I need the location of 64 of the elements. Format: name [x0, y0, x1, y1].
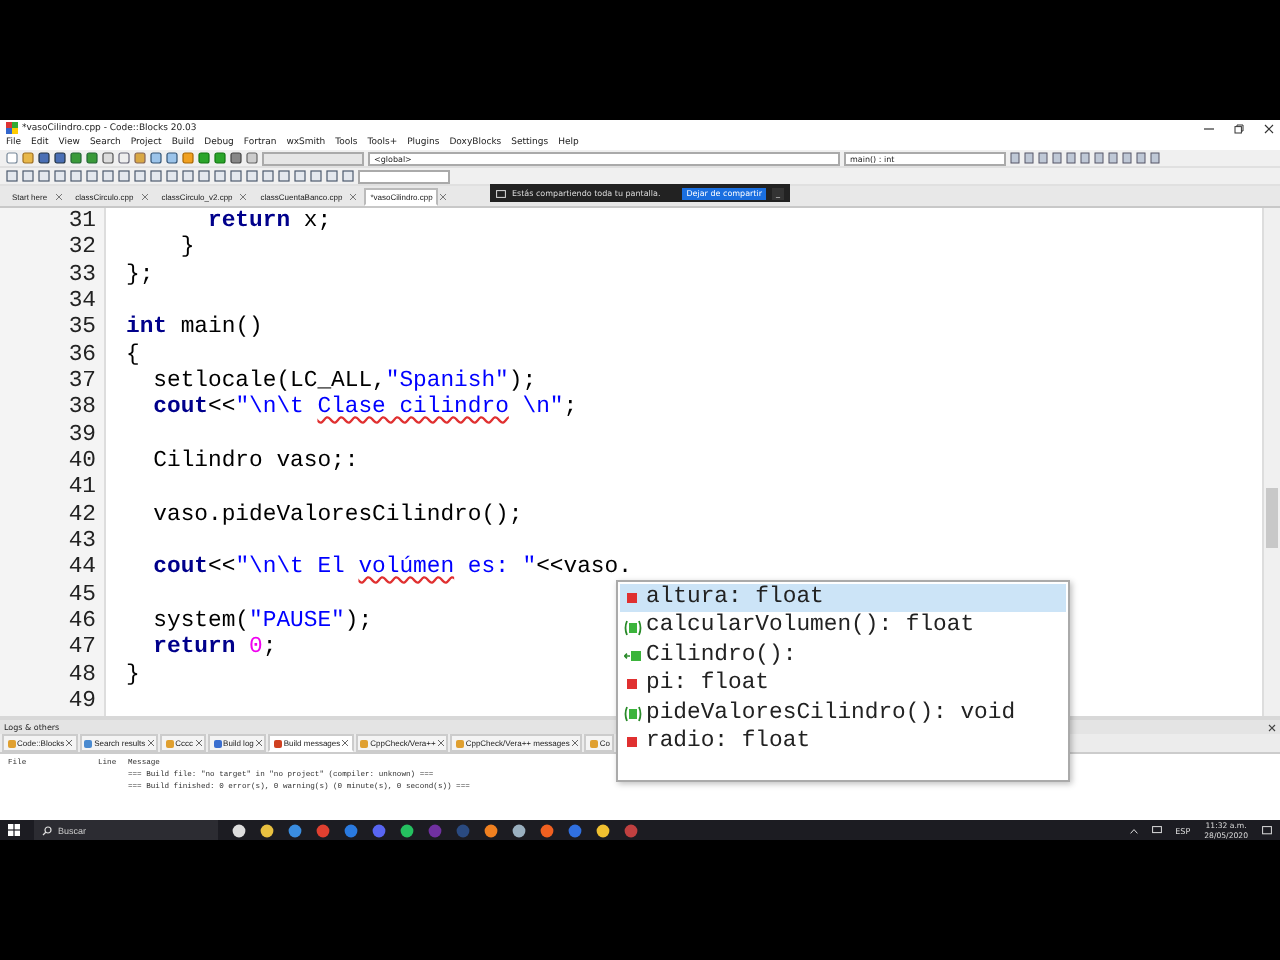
chevron-up-icon[interactable] [1129, 827, 1138, 833]
tab-icon [455, 739, 464, 747]
vertical-scrollbar[interactable] [1262, 208, 1280, 716]
variable-icon [624, 676, 642, 693]
code-line: cout<<"\n\t El volúmen es: "<<vaso. [151, 556, 632, 581]
code-line: cout<<"\n\t Clase cilindro \n"; [151, 396, 578, 421]
variable-icon [624, 734, 642, 751]
code-line: } [178, 236, 195, 261]
suggestion-item[interactable]: calcularVolumen(): float [620, 612, 1066, 642]
line-number: 40 [66, 449, 98, 477]
line-number: 37 [66, 369, 98, 396]
code-line: { [126, 343, 140, 368]
suggestion-item[interactable]: altura: float [620, 584, 1066, 613]
tab-icon [360, 739, 369, 747]
screen-share-icon [496, 189, 506, 197]
code-line: system("PAUSE"); [151, 609, 373, 634]
code-line: }; [126, 263, 154, 288]
line-number: 34 [66, 289, 98, 316]
line-number: 44 [66, 556, 98, 584]
line-number: 46 [66, 609, 98, 637]
variable-icon [624, 590, 642, 607]
tab-icon [84, 739, 93, 747]
suggestion-item[interactable]: pi: float [620, 670, 1066, 700]
close-icon[interactable] [1268, 723, 1276, 731]
line-number: 39 [66, 423, 98, 450]
suggestion-item[interactable]: pideValoresCilindro(): void [620, 699, 1066, 728]
line-number: 33 [66, 263, 98, 290]
code-line: int main() [126, 316, 263, 341]
code-line: Cilindro vaso;: [151, 449, 359, 474]
app-logo-icon [6, 122, 18, 134]
tab-icon [213, 739, 222, 747]
constructor-icon [624, 647, 642, 664]
close-icon[interactable] [1264, 123, 1274, 133]
suggestion-item[interactable]: Cilindro(): [620, 641, 1066, 671]
restore-icon[interactable] [1234, 123, 1244, 133]
line-number: 31 [66, 210, 98, 236]
line-number: 38 [66, 396, 98, 424]
tab-icon [589, 739, 598, 747]
code-line: setlocale(LC_ALL,"Spanish"); [151, 369, 537, 394]
code-line: return x; [206, 210, 332, 234]
windows-logo-icon[interactable] [8, 824, 20, 836]
method-icon [624, 619, 642, 636]
tab-icon [165, 739, 174, 747]
tab-icon [7, 739, 15, 747]
tab-icon [273, 739, 282, 747]
code-line: vaso.pideValoresCilindro(); [151, 503, 523, 528]
code-line: return 0; [151, 636, 277, 661]
line-number: 47 [66, 636, 98, 664]
minimize-icon[interactable] [1204, 123, 1214, 133]
suggestion-item[interactable]: radio: float [620, 727, 1066, 757]
code-line: } [126, 663, 140, 688]
method-icon [624, 705, 642, 722]
line-number: 48 [66, 663, 98, 690]
line-number: 45 [66, 583, 98, 610]
line-number: 43 [66, 529, 98, 557]
target-dropdown[interactable] [262, 151, 364, 165]
search-dropdown[interactable] [358, 169, 450, 183]
line-number: 42 [66, 503, 98, 530]
line-number: 36 [66, 343, 98, 370]
line-number: 32 [66, 236, 98, 264]
line-number: 41 [66, 476, 98, 504]
line-number: 35 [66, 316, 98, 344]
line-number: 49 [66, 689, 98, 717]
close-icon[interactable] [342, 740, 349, 746]
